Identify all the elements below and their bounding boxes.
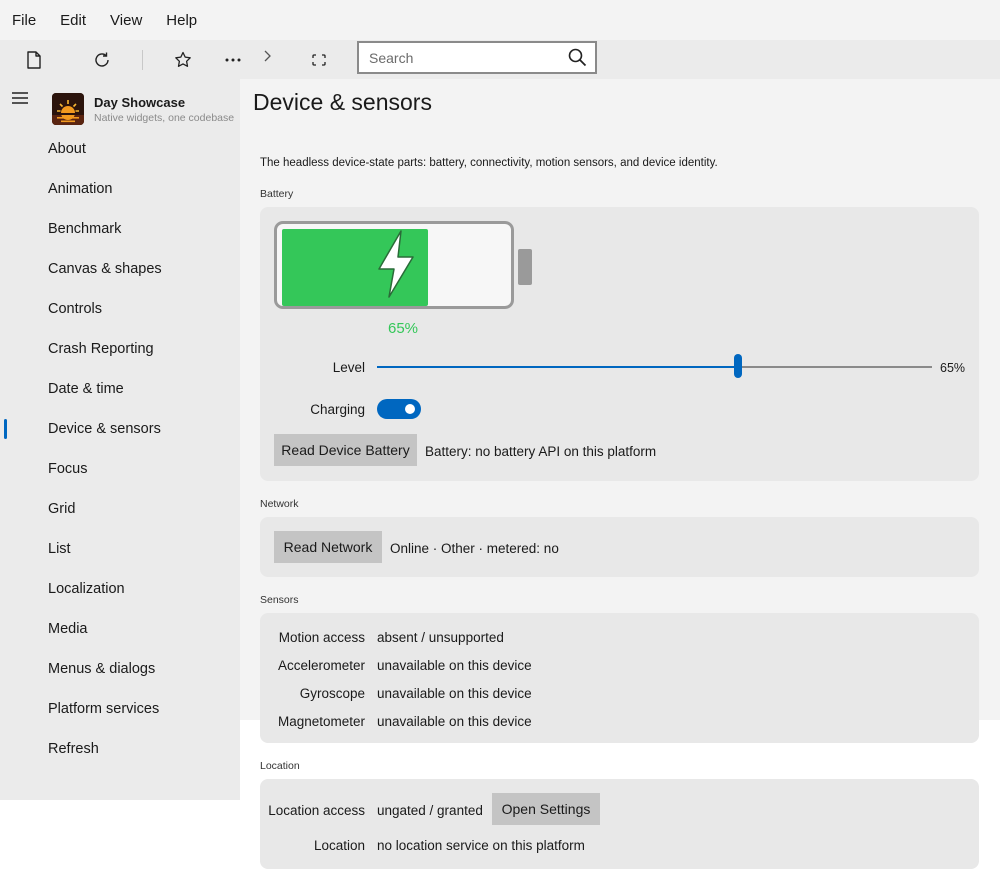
location-access-value: ungated / granted xyxy=(377,803,483,818)
search-input[interactable] xyxy=(369,48,559,68)
battery-graphic xyxy=(274,221,514,309)
refresh-icon[interactable] xyxy=(90,48,114,72)
sidebar-item-controls[interactable]: Controls xyxy=(0,289,240,329)
network-card: Read Network Online · Other · metered: n… xyxy=(260,517,979,577)
charging-toggle-knob xyxy=(405,404,415,414)
chevron-right-icon[interactable] xyxy=(255,44,279,68)
sidebar-item-grid[interactable]: Grid xyxy=(0,489,240,529)
location-section-label: Location xyxy=(260,760,300,772)
app-name: Day Showcase xyxy=(94,95,186,110)
sidebar-item-localization[interactable]: Localization xyxy=(0,569,240,609)
magnetometer-label: Magnetometer xyxy=(277,714,365,729)
level-slider-fill xyxy=(377,366,738,368)
menu-help[interactable]: Help xyxy=(154,12,209,29)
sidebar-item-platform-services[interactable]: Platform services xyxy=(0,689,240,729)
motion-access-value: absent / unsupported xyxy=(377,630,504,645)
gyroscope-value: unavailable on this device xyxy=(377,686,532,701)
toolbar-separator xyxy=(142,50,143,70)
star-icon[interactable] xyxy=(171,48,195,72)
battery-percent: 65% xyxy=(388,320,419,337)
page-description: The headless device-state parts: battery… xyxy=(260,157,718,169)
fullscreen-icon[interactable] xyxy=(307,48,331,72)
page-title: Device & sensors xyxy=(253,89,432,115)
accelerometer-value: unavailable on this device xyxy=(377,658,532,673)
charging-label: Charging xyxy=(310,402,365,417)
location-access-label: Location access xyxy=(268,803,365,818)
level-slider-thumb[interactable] xyxy=(734,354,742,378)
sidebar-item-focus[interactable]: Focus xyxy=(0,449,240,489)
sidebar-item-list[interactable]: List xyxy=(0,529,240,569)
menu-view[interactable]: View xyxy=(98,12,154,29)
sidebar-item-refresh[interactable]: Refresh xyxy=(0,729,240,769)
charging-bolt-icon xyxy=(378,230,414,298)
network-section-label: Network xyxy=(260,498,299,510)
battery-terminal xyxy=(518,249,532,285)
sidebar: Day Showcase Native widgets, one codebas… xyxy=(0,79,240,800)
network-status: Online · Other · metered: no xyxy=(390,541,559,556)
app-subtitle: Native widgets, one codebase xyxy=(94,112,235,124)
level-value: 65% xyxy=(940,361,966,375)
menu-file[interactable]: File xyxy=(0,12,48,29)
battery-status: Battery: no battery API on this platform xyxy=(425,444,657,459)
new-document-icon[interactable] xyxy=(22,48,46,72)
location-label: Location xyxy=(313,838,365,853)
magnetometer-value: unavailable on this device xyxy=(377,714,532,729)
read-network-button[interactable]: Read Network xyxy=(274,531,382,563)
open-settings-button[interactable]: Open Settings xyxy=(492,793,600,825)
location-value: no location service on this platform xyxy=(377,838,585,853)
sensors-card: Motion access absent / unsupported Accel… xyxy=(260,613,979,743)
sidebar-item-menus-dialogs[interactable]: Menus & dialogs xyxy=(0,649,240,689)
sidebar-nav: About Animation Benchmark Canvas & shape… xyxy=(0,129,240,769)
gyroscope-label: Gyroscope xyxy=(299,686,365,701)
charging-toggle[interactable] xyxy=(377,399,421,419)
search-icon[interactable] xyxy=(567,47,587,72)
battery-card: 65% Level 65% Charging Read Device Batte… xyxy=(260,207,979,481)
sidebar-item-canvas-shapes[interactable]: Canvas & shapes xyxy=(0,249,240,289)
read-device-battery-button[interactable]: Read Device Battery xyxy=(274,434,417,466)
sensors-section-label: Sensors xyxy=(260,594,299,606)
menu-bar: File Edit View Help xyxy=(0,0,1000,40)
sidebar-item-about[interactable]: About xyxy=(0,129,240,169)
sidebar-item-benchmark[interactable]: Benchmark xyxy=(0,209,240,249)
sidebar-item-date-time[interactable]: Date & time xyxy=(0,369,240,409)
app-logo xyxy=(52,93,84,125)
hamburger-menu-icon[interactable] xyxy=(11,91,29,110)
motion-access-label: Motion access xyxy=(278,630,365,645)
more-icon[interactable] xyxy=(221,48,245,72)
menu-edit[interactable]: Edit xyxy=(48,12,98,29)
sidebar-item-device-sensors[interactable]: Device & sensors xyxy=(0,409,240,449)
search-box[interactable] xyxy=(357,41,597,74)
level-slider[interactable] xyxy=(377,354,932,378)
battery-section-label: Battery xyxy=(260,188,294,200)
accelerometer-label: Accelerometer xyxy=(277,658,365,673)
sidebar-item-crash-reporting[interactable]: Crash Reporting xyxy=(0,329,240,369)
sidebar-item-animation[interactable]: Animation xyxy=(0,169,240,209)
sidebar-item-media[interactable]: Media xyxy=(0,609,240,649)
level-label: Level xyxy=(332,360,365,375)
toolbar xyxy=(0,40,1000,79)
